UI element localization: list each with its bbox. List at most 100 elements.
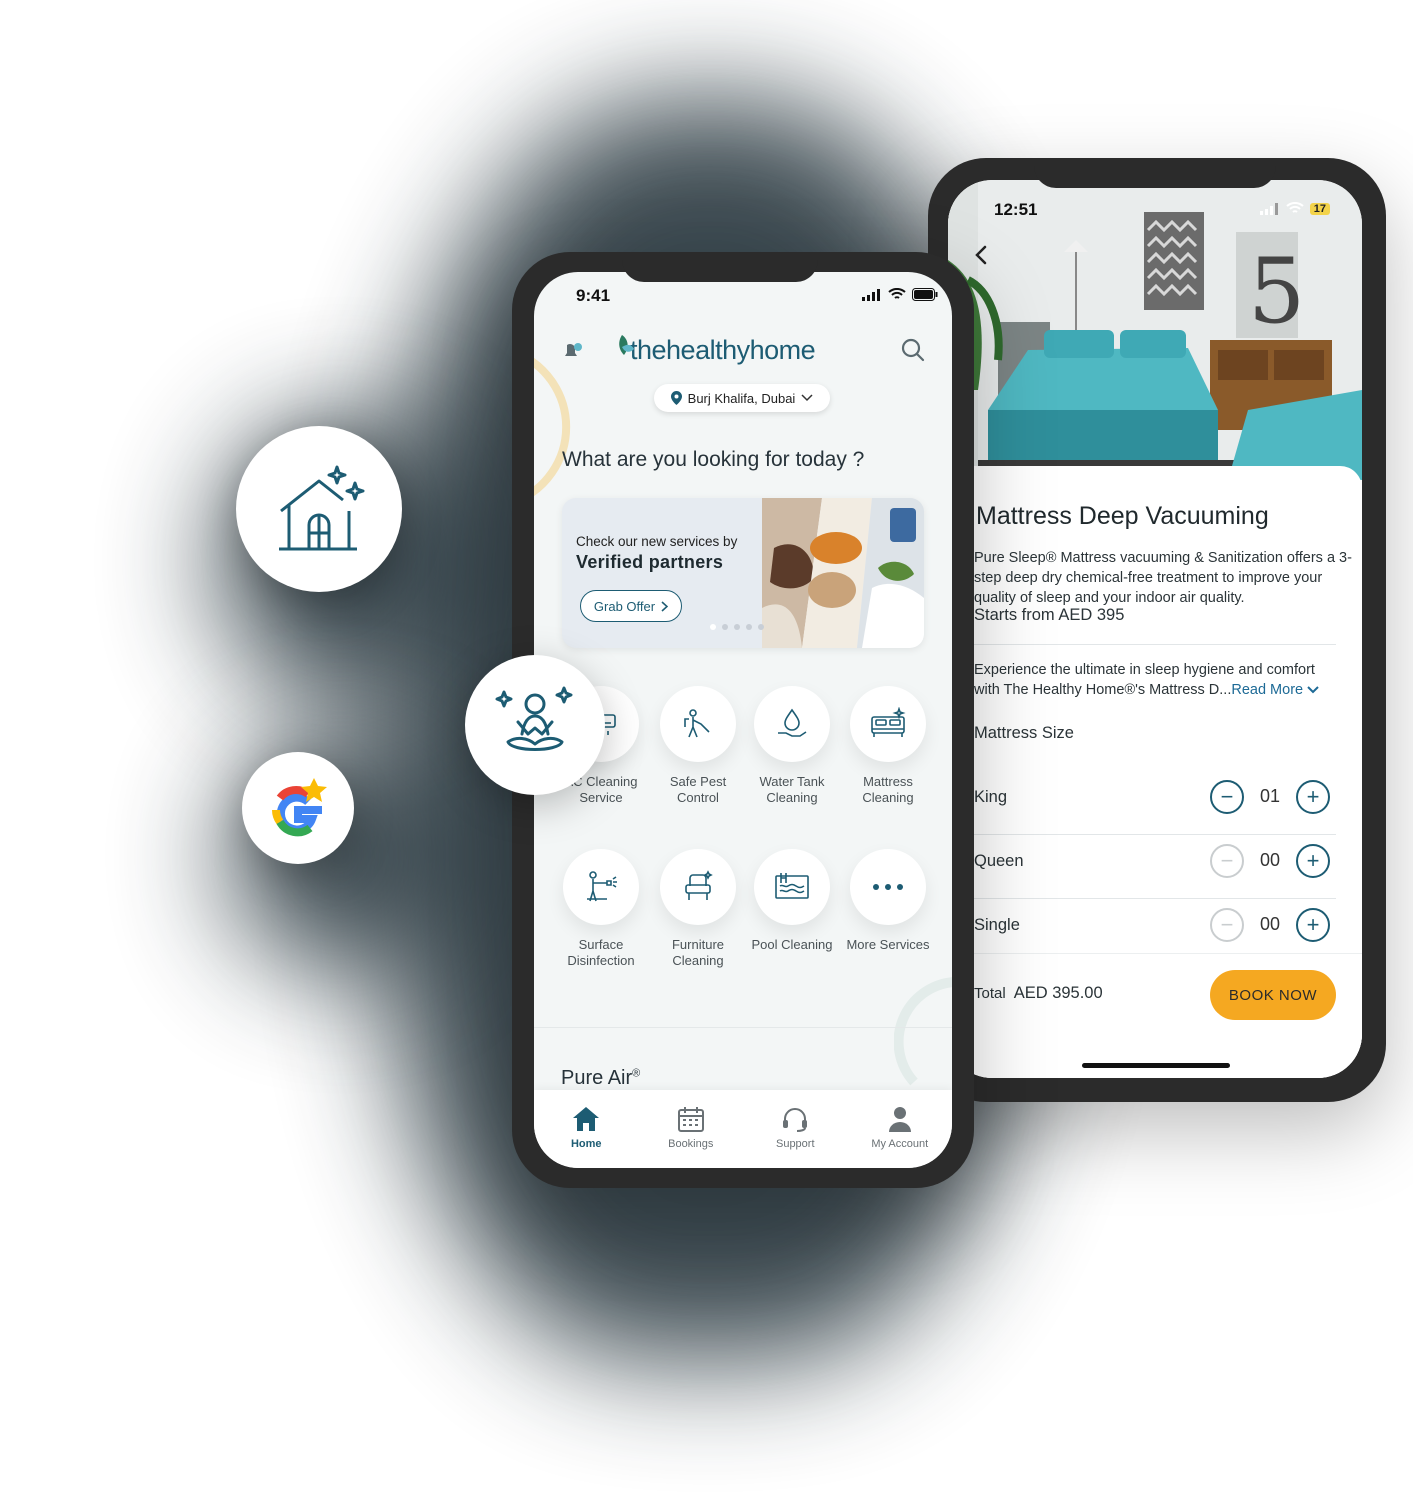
carousel-dot[interactable] xyxy=(746,624,752,630)
service-label: More Services xyxy=(846,937,930,952)
total-value: AED 395.00 xyxy=(1013,984,1103,1002)
chevron-left-icon xyxy=(975,245,987,265)
service-pest-control[interactable]: Safe Pest Control xyxy=(650,686,746,806)
pool-icon xyxy=(775,873,809,899)
tab-label: Bookings xyxy=(668,1138,714,1150)
google-star-icon xyxy=(272,778,327,837)
size-row-king: King − 01 + xyxy=(974,770,1336,832)
back-button[interactable] xyxy=(974,244,988,271)
status-time: 9:41 xyxy=(576,286,611,305)
product-phone: 12:51 17 5 Mattress Deep Vacuuming Pure … xyxy=(928,158,1386,1102)
plus-icon: + xyxy=(1306,784,1320,809)
book-now-button[interactable]: BOOK NOW xyxy=(1210,970,1336,1020)
carousel-dot[interactable] xyxy=(734,624,740,630)
divider xyxy=(534,1027,952,1028)
service-more[interactable]: More Services xyxy=(840,849,936,953)
battery-icon xyxy=(912,288,938,301)
app-header: thehealthyhome xyxy=(534,327,952,387)
pest-control-icon xyxy=(684,709,710,738)
carousel-dot[interactable] xyxy=(758,624,764,630)
signal-icon xyxy=(862,288,880,301)
search-button[interactable] xyxy=(900,337,926,368)
product-description: Pure Sleep® Mattress vacuuming & Sanitiz… xyxy=(974,550,1352,606)
tab-my-account[interactable]: My Account xyxy=(848,1090,953,1168)
svg-text:5: 5 xyxy=(1248,239,1305,344)
bell-icon xyxy=(565,343,582,356)
google-rating-badge xyxy=(242,752,354,864)
wifi-icon xyxy=(888,288,906,299)
grab-offer-label: Grab Offer xyxy=(593,598,656,614)
status-bar: 9:41 xyxy=(534,272,952,322)
service-mattress[interactable]: Mattress Cleaning xyxy=(840,686,936,806)
tab-support[interactable]: Support xyxy=(743,1090,848,1168)
plus-icon: + xyxy=(1306,848,1320,873)
brand-name: thehealthyhome xyxy=(630,335,816,365)
banner-photo xyxy=(762,498,924,648)
carousel-dots xyxy=(710,624,764,630)
size-row-queen: Queen − 00 + xyxy=(974,834,1336,896)
service-label: Furniture Cleaning xyxy=(671,937,725,968)
decrement-button[interactable]: − xyxy=(1210,780,1244,814)
product-experience: Experience the ultimate in sleep hygiene… xyxy=(974,660,1344,700)
registered-mark: ® xyxy=(632,1067,641,1080)
service-label: Mattress Cleaning xyxy=(862,774,914,805)
total-label: Total AED 395.00 xyxy=(974,984,1103,1003)
service-label: Water Tank Cleaning xyxy=(759,774,825,805)
wifi-icon xyxy=(1286,202,1304,213)
leaf-logo-icon xyxy=(619,335,634,355)
location-text: Burj Khalifa, Dubai xyxy=(687,390,796,406)
quantity-value: 00 xyxy=(1259,914,1281,934)
status-time: 12:51 xyxy=(994,200,1038,219)
quantity-value: 00 xyxy=(1259,850,1281,870)
section-title: Pure Air® xyxy=(561,1067,640,1090)
increment-button[interactable]: + xyxy=(1296,780,1330,814)
service-furniture[interactable]: Furniture Cleaning xyxy=(650,849,746,969)
tab-label: My Account xyxy=(871,1138,929,1150)
grab-offer-button[interactable]: Grab Offer xyxy=(580,590,682,622)
service-water-tank[interactable]: Water Tank Cleaning xyxy=(744,686,840,806)
tab-bookings[interactable]: Bookings xyxy=(639,1090,744,1168)
increment-button[interactable]: + xyxy=(1296,908,1330,942)
total-caption: Total xyxy=(974,985,1006,1002)
tab-label: Home xyxy=(570,1138,602,1150)
chevron-right-icon xyxy=(661,600,669,612)
home-icon xyxy=(573,1107,600,1131)
carousel-dot[interactable] xyxy=(722,624,728,630)
notification-bell[interactable] xyxy=(560,339,584,368)
read-more-link[interactable]: Read More xyxy=(1231,682,1303,698)
promo-banner[interactable]: Check our new services by Verified partn… xyxy=(562,498,924,648)
banner-title: Verified partners xyxy=(576,552,724,572)
carousel-dot[interactable] xyxy=(710,624,716,630)
bottom-tab-bar: Home Bookings Support My Account xyxy=(534,1090,952,1168)
more-icon xyxy=(873,884,903,890)
banner-subtitle: Check our new services by xyxy=(576,534,738,549)
chevron-down-icon xyxy=(1307,686,1319,694)
meditation-icon xyxy=(495,686,573,751)
size-label: King xyxy=(974,788,1008,806)
service-pool[interactable]: Pool Cleaning xyxy=(744,849,840,953)
decrement-button[interactable]: − xyxy=(1210,908,1244,942)
increment-button[interactable]: + xyxy=(1296,844,1330,878)
status-bar: 12:51 17 xyxy=(948,180,1362,230)
size-label: Queen xyxy=(974,852,1024,870)
water-drop-icon xyxy=(778,708,807,737)
plus-icon: + xyxy=(1306,912,1320,937)
product-screen: 12:51 17 5 Mattress Deep Vacuuming Pure … xyxy=(948,180,1362,1078)
location-selector[interactable]: Burj Khalifa, Dubai xyxy=(654,384,830,412)
quantity-value: 01 xyxy=(1259,786,1281,806)
section-title-text: Pure Air xyxy=(561,1067,633,1089)
decrement-button[interactable]: − xyxy=(1210,844,1244,878)
minus-icon: − xyxy=(1220,848,1234,873)
house-sparkle-icon xyxy=(279,465,365,551)
chevron-down-icon xyxy=(801,394,813,402)
battery-icon: 17 xyxy=(1309,202,1330,215)
calendar-icon xyxy=(677,1107,704,1132)
user-icon xyxy=(888,1107,911,1132)
size-label: Single xyxy=(974,916,1020,934)
tab-label: Support xyxy=(775,1138,815,1150)
service-label: Pool Cleaning xyxy=(751,937,833,952)
service-surface-disinfection[interactable]: Surface Disinfection xyxy=(553,849,649,969)
minus-icon: − xyxy=(1220,784,1234,809)
size-row-single: Single − 00 + xyxy=(974,898,1336,960)
tab-home[interactable]: Home xyxy=(534,1090,639,1168)
